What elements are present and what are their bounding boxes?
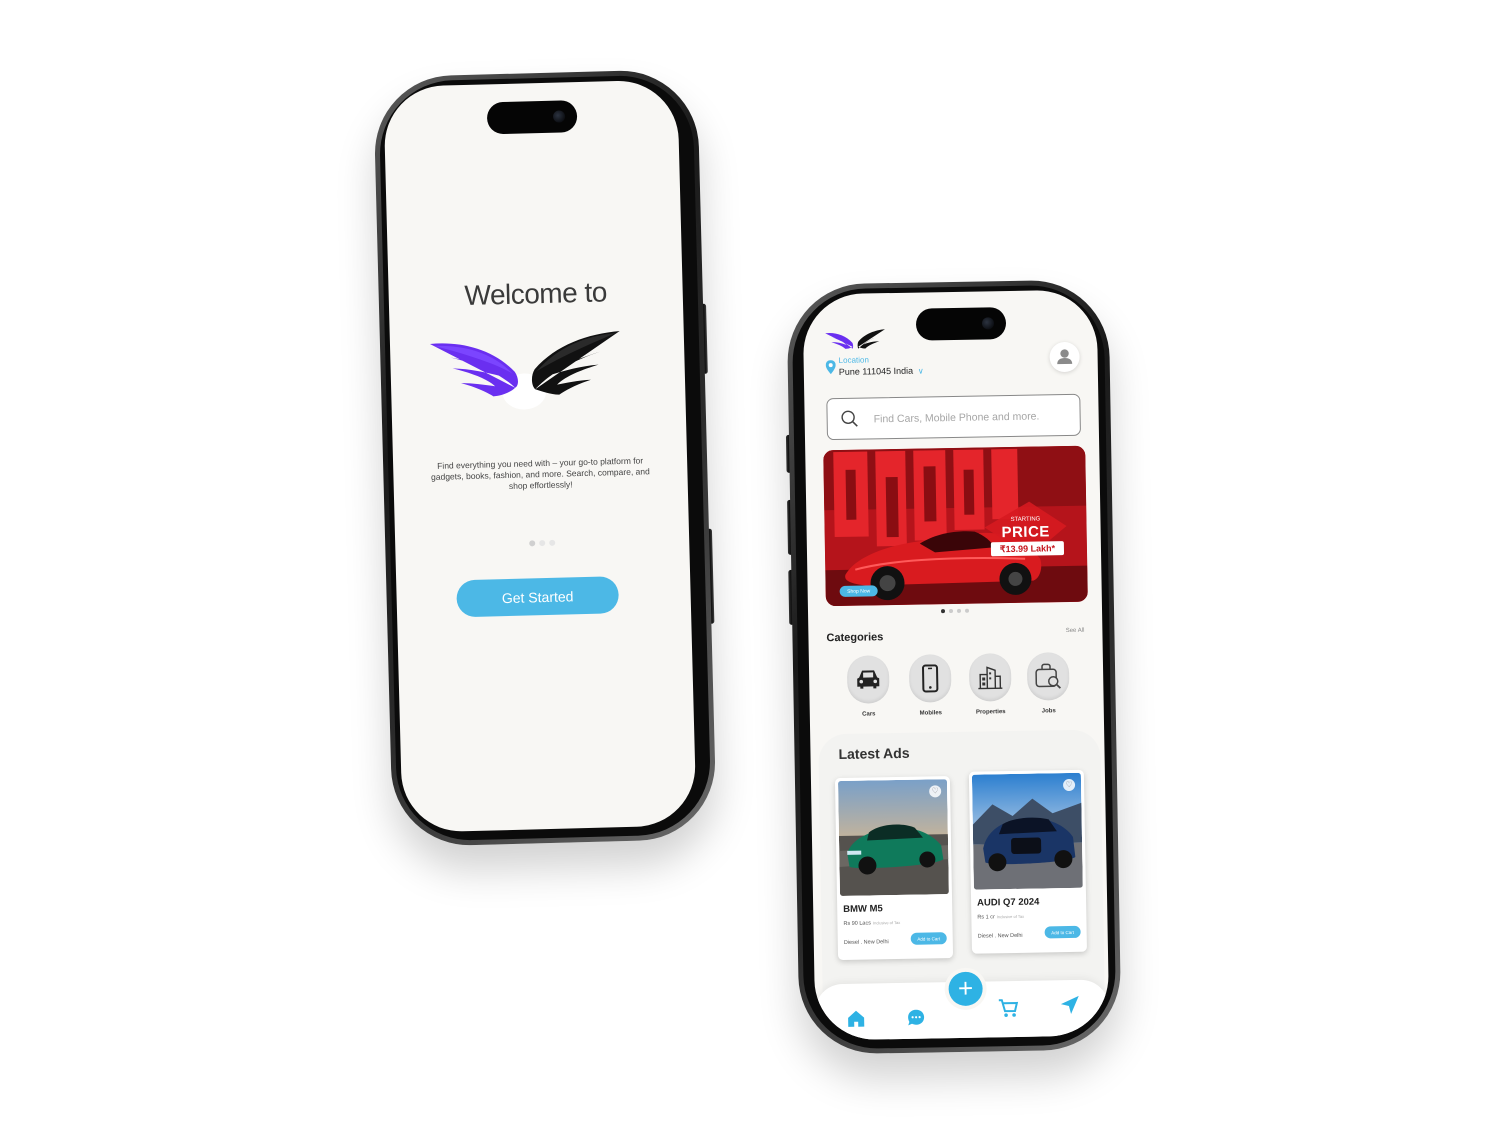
pager-dot[interactable] [549, 539, 556, 546]
get-started-button[interactable]: Get Started [456, 576, 620, 618]
car-icon [857, 670, 880, 689]
category-properties[interactable]: Properties [965, 653, 1016, 716]
mobile-phone-icon [922, 664, 939, 693]
category-mobiles[interactable]: Mobiles [905, 654, 956, 717]
ad-title: AUDI Q7 2024 [977, 896, 1040, 909]
home-phone: Location Pune 111045 India ∨ Find Cars, … [785, 279, 1122, 1055]
location-label: Location [838, 355, 869, 365]
location-pin-icon [825, 360, 836, 375]
ad-price: Rs 1 cr Inclusive of Tax [977, 914, 1024, 921]
wings-logo-icon [429, 331, 620, 410]
ad-card-bmw[interactable]: ♡ BMW M5 Rs 90 Lacs Inclusive of Tax Dies… [834, 776, 954, 961]
price-badge-amount: ₹13.99 Lakh* [990, 541, 1065, 557]
add-to-cart-button[interactable]: Add to Cart [1044, 925, 1081, 939]
user-icon [1057, 349, 1073, 365]
category-label: Mobiles [919, 710, 943, 717]
category-label: Jobs [1041, 708, 1056, 715]
pager-dot[interactable] [948, 609, 954, 614]
add-to-cart-button[interactable]: Add to Cart [910, 932, 947, 945]
camera-icon [981, 317, 995, 330]
latest-ads-title: Latest Ads [838, 744, 910, 763]
send-icon[interactable] [1059, 994, 1081, 1016]
pager-dot[interactable] [940, 609, 946, 614]
welcome-title: Welcome to [464, 276, 608, 312]
category-cars[interactable]: Cars [843, 655, 894, 718]
home-screen: Location Pune 111045 India ∨ Find Cars, … [802, 289, 1110, 1041]
pager-dot[interactable] [956, 608, 962, 613]
chevron-down-icon[interactable]: ∨ [918, 366, 924, 375]
ad-meta: Diesel . New Delhi [843, 939, 889, 946]
price-badge-starting: STARTING [1010, 516, 1041, 523]
job-search-icon [1035, 663, 1062, 689]
ad-image: ♡ [971, 772, 1083, 890]
ad-title: BMW M5 [843, 903, 883, 915]
ad-price-value: Rs 90 Lacs [843, 920, 872, 927]
search-icon [841, 410, 858, 427]
ad-card-audi[interactable]: ♡ AUDI Q7 2024 Rs 1 cr Inclusive of Tax D… [968, 769, 1087, 954]
categories-title: Categories [826, 631, 884, 645]
ad-price-note: Inclusive of Tax [996, 913, 1025, 920]
shop-now-button[interactable]: Shop Now [839, 585, 878, 597]
pager-dot[interactable] [964, 608, 970, 613]
dynamic-island [915, 307, 1007, 341]
price-badge: STARTING PRICE ₹13.99 Lakh* [989, 506, 1065, 579]
ad-price-note: Inclusive of Tax [872, 919, 901, 926]
ad-meta: Diesel . New Delhi [977, 932, 1023, 940]
ad-price: Rs 90 Lacs Inclusive of Tax [843, 920, 900, 927]
onboarding-pager [395, 529, 689, 555]
price-badge-label: PRICE [1001, 523, 1050, 542]
search-box[interactable] [826, 393, 1081, 441]
welcome-screen: Welcome to Find everything you need with… [383, 79, 697, 833]
category-jobs[interactable]: Jobs [1023, 651, 1074, 715]
cart-icon[interactable] [997, 997, 1019, 1019]
ad-image: ♡ [837, 779, 949, 897]
welcome-description: Find everything you need with – your go-… [430, 455, 650, 491]
category-label: Cars [862, 711, 876, 718]
chat-icon[interactable] [905, 1007, 927, 1029]
see-all-link[interactable]: See All [1066, 628, 1085, 634]
welcome-phone: Welcome to Find everything you need with… [372, 68, 718, 848]
category-label: Properties [975, 709, 1006, 716]
location-value[interactable]: Pune 111045 India [839, 366, 913, 377]
building-icon [978, 666, 1003, 690]
home-icon[interactable] [845, 1008, 867, 1030]
promo-banner[interactable]: STARTING PRICE ₹13.99 Lakh* Shop Now [823, 445, 1088, 607]
camera-icon [552, 110, 566, 123]
pager-dot[interactable] [529, 540, 536, 547]
ad-price-value: Rs 1 cr [977, 914, 995, 921]
wings-logo-icon [825, 329, 886, 349]
banner-pager [808, 606, 1102, 615]
dynamic-island [486, 100, 578, 135]
search-input[interactable] [871, 403, 1076, 432]
pager-dot[interactable] [539, 540, 546, 547]
profile-avatar[interactable] [1049, 341, 1080, 373]
